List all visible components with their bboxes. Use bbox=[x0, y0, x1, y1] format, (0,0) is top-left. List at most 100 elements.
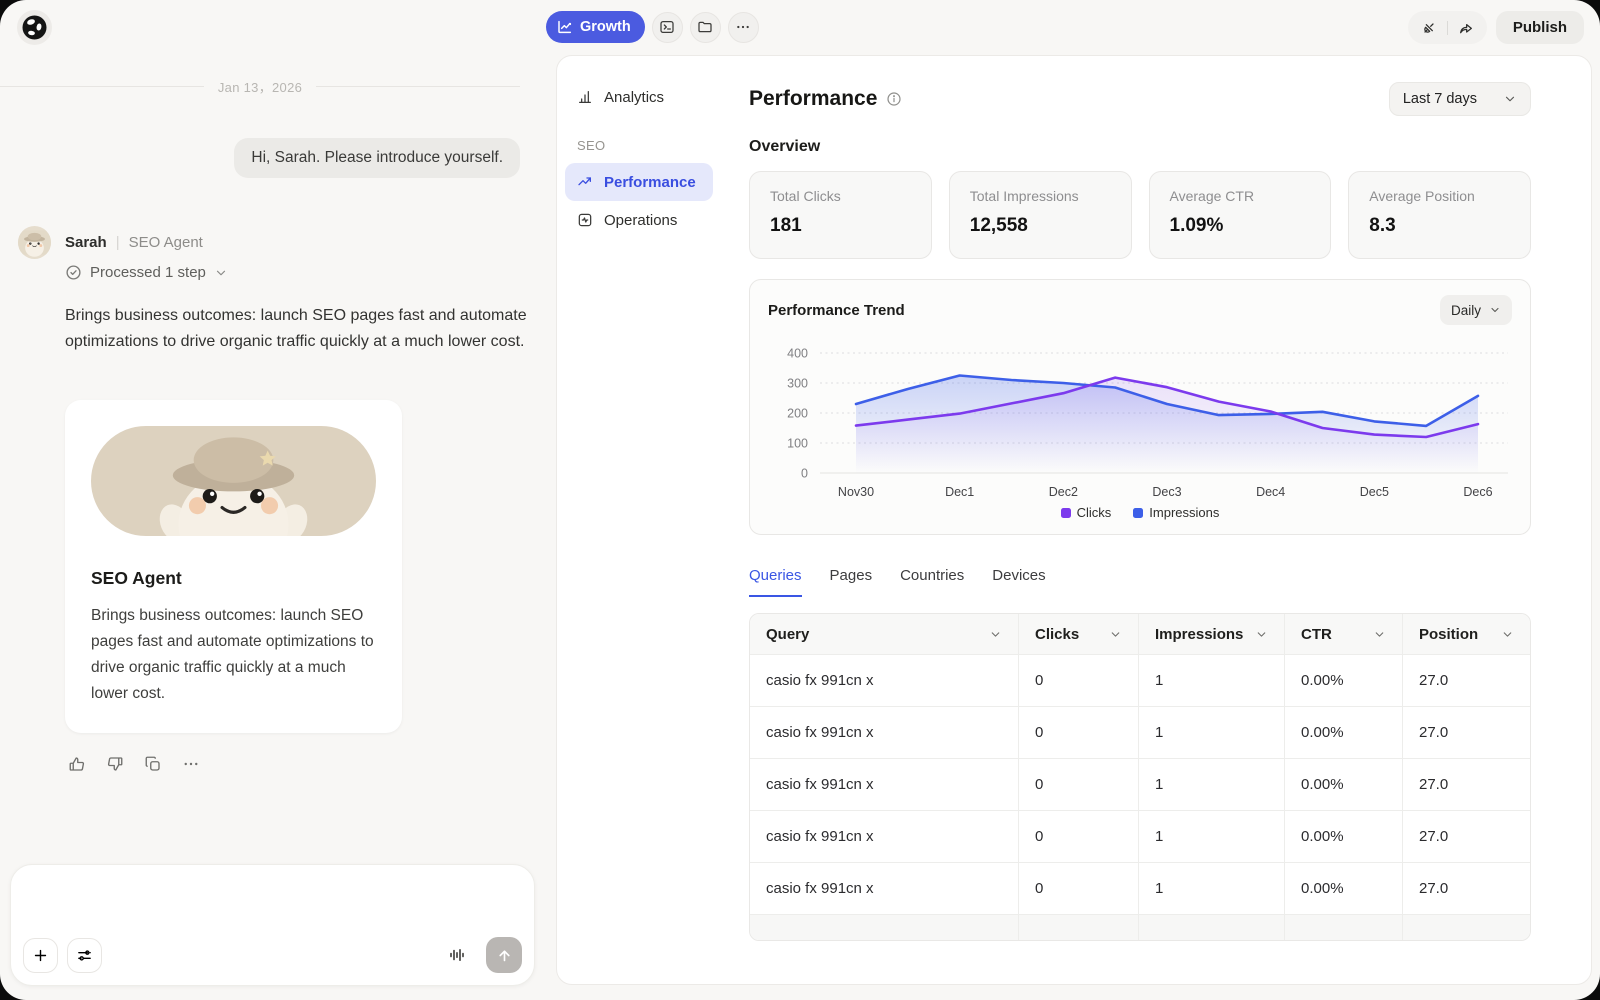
column-label: Position bbox=[1419, 626, 1478, 643]
table-row: casio fx 991cn x 0 1 0.00% 27.0 bbox=[750, 810, 1530, 862]
info-icon[interactable] bbox=[886, 91, 902, 107]
tab-queries[interactable]: Queries bbox=[749, 567, 802, 597]
cell-position: 27.0 bbox=[1402, 655, 1530, 706]
voice-input-button[interactable] bbox=[440, 938, 474, 972]
cell-position: 27.0 bbox=[1402, 759, 1530, 810]
svg-text:Dec6: Dec6 bbox=[1463, 485, 1492, 499]
cell-impressions: 1 bbox=[1138, 863, 1284, 914]
user-message-bubble: Hi, Sarah. Please introduce yourself. bbox=[234, 138, 520, 178]
cell-impressions: 1 bbox=[1138, 811, 1284, 862]
stat-card-average-ctr: Average CTR 1.09% bbox=[1149, 171, 1332, 259]
agent-name: Sarah bbox=[65, 234, 107, 251]
chat-panel: Jan 13，2026 Hi, Sarah. Please introduce … bbox=[0, 55, 556, 1000]
column-header-clicks[interactable]: Clicks bbox=[1018, 614, 1138, 654]
arrow-up-icon bbox=[496, 947, 513, 964]
sidebar-item-label: Analytics bbox=[604, 89, 664, 106]
plug-icon bbox=[1421, 20, 1437, 36]
interval-value: Daily bbox=[1451, 303, 1481, 318]
table-row: casio fx 991cn x 0 1 0.00% 27.0 bbox=[750, 706, 1530, 758]
performance-main: Performance Last 7 days Overview Total C… bbox=[723, 56, 1591, 984]
waveform-icon bbox=[448, 946, 466, 964]
column-label: CTR bbox=[1301, 626, 1332, 643]
sidebar-item-analytics[interactable]: Analytics bbox=[565, 78, 713, 116]
page-title: Performance bbox=[749, 87, 877, 111]
stat-value: 12,558 bbox=[970, 215, 1111, 237]
stat-label: Average Position bbox=[1369, 188, 1510, 204]
tab-devices[interactable]: Devices bbox=[992, 567, 1045, 597]
cell-clicks bbox=[1018, 915, 1138, 941]
svg-text:Dec2: Dec2 bbox=[1049, 485, 1078, 499]
logo-icon bbox=[21, 14, 48, 41]
terminal-button[interactable] bbox=[652, 12, 683, 43]
svg-text:Dec4: Dec4 bbox=[1256, 485, 1285, 499]
table-header-row: Query Clicks Impressions CTR Position bbox=[750, 614, 1530, 654]
copy-button[interactable] bbox=[144, 755, 162, 773]
chart-legend: Clicks Impressions bbox=[768, 505, 1512, 524]
stat-label: Total Clicks bbox=[770, 188, 911, 204]
svg-text:300: 300 bbox=[787, 377, 808, 391]
activity-square-icon bbox=[577, 212, 593, 228]
terminal-icon bbox=[659, 19, 675, 35]
top-bar: Growth bbox=[0, 0, 1600, 55]
column-label: Impressions bbox=[1155, 626, 1243, 643]
plus-icon bbox=[32, 947, 49, 964]
cell-position: 27.0 bbox=[1402, 863, 1530, 914]
legend-item-clicks[interactable]: Clicks bbox=[1061, 505, 1112, 520]
publish-button[interactable]: Publish bbox=[1496, 11, 1584, 44]
more-options-button[interactable] bbox=[728, 12, 759, 43]
agent-card-description: Brings business outcomes: launch SEO pag… bbox=[91, 603, 376, 707]
table-row: casio fx 991cn x 0 1 0.00% 27.0 bbox=[750, 758, 1530, 810]
trend-title: Performance Trend bbox=[768, 302, 905, 319]
attach-button[interactable] bbox=[23, 938, 58, 973]
cell-ctr: 0.00% bbox=[1284, 863, 1402, 914]
tab-countries[interactable]: Countries bbox=[900, 567, 964, 597]
processed-steps-toggle[interactable]: Processed 1 step bbox=[65, 264, 228, 281]
settings-button[interactable] bbox=[67, 938, 102, 973]
cell-query: casio fx 991cn x bbox=[750, 759, 1018, 810]
interval-select[interactable]: Daily bbox=[1440, 295, 1512, 325]
svg-text:Dec3: Dec3 bbox=[1152, 485, 1181, 499]
trend-chart: 4003002001000Nov30Dec1Dec2Dec3Dec4Dec5De… bbox=[768, 325, 1512, 503]
integrations-button[interactable] bbox=[1421, 20, 1437, 36]
sidebar-item-operations[interactable]: Operations bbox=[565, 201, 713, 239]
chevron-down-icon bbox=[989, 628, 1002, 641]
thumbs-down-button[interactable] bbox=[106, 755, 124, 773]
processed-steps-label: Processed 1 step bbox=[90, 264, 206, 281]
svg-text:400: 400 bbox=[787, 347, 808, 361]
growth-button-label: Growth bbox=[580, 19, 631, 35]
more-actions-button[interactable] bbox=[182, 755, 200, 773]
agent-profile-card[interactable]: SEO Agent Brings business outcomes: laun… bbox=[65, 400, 402, 733]
column-header-position[interactable]: Position bbox=[1402, 614, 1530, 654]
date-range-select[interactable]: Last 7 days bbox=[1389, 82, 1531, 116]
tab-pages[interactable]: Pages bbox=[830, 567, 873, 597]
files-button[interactable] bbox=[690, 12, 721, 43]
sidebar-section-seo: SEO bbox=[565, 138, 713, 153]
send-button[interactable] bbox=[486, 937, 522, 973]
column-header-ctr[interactable]: CTR bbox=[1284, 614, 1402, 654]
agent-intro-text: Brings business outcomes: launch SEO pag… bbox=[65, 303, 527, 355]
stat-card-average-position: Average Position 8.3 bbox=[1348, 171, 1531, 259]
legend-label: Clicks bbox=[1077, 505, 1112, 520]
impressions-swatch bbox=[1133, 508, 1143, 518]
sliders-icon bbox=[76, 947, 93, 964]
cell-clicks: 0 bbox=[1018, 863, 1138, 914]
share-button[interactable] bbox=[1458, 20, 1474, 36]
trend-up-icon bbox=[577, 174, 593, 190]
growth-button[interactable]: Growth bbox=[546, 11, 645, 43]
workspace-sidebar: Analytics SEO Performance Operations bbox=[557, 56, 723, 984]
svg-text:Dec5: Dec5 bbox=[1360, 485, 1389, 499]
message-actions bbox=[68, 755, 200, 773]
sidebar-item-performance[interactable]: Performance bbox=[565, 163, 713, 201]
column-header-query[interactable]: Query bbox=[750, 614, 1018, 654]
chat-input[interactable] bbox=[29, 879, 516, 919]
svg-text:0: 0 bbox=[801, 467, 808, 481]
column-header-impressions[interactable]: Impressions bbox=[1138, 614, 1284, 654]
svg-text:200: 200 bbox=[787, 407, 808, 421]
app-logo[interactable] bbox=[17, 10, 52, 45]
sidebar-item-label: Operations bbox=[604, 212, 677, 229]
bar-chart-icon bbox=[577, 89, 593, 105]
thumbs-up-button[interactable] bbox=[68, 755, 86, 773]
svg-text:Dec1: Dec1 bbox=[945, 485, 974, 499]
legend-item-impressions[interactable]: Impressions bbox=[1133, 505, 1219, 520]
cell-ctr: 0.00% bbox=[1284, 759, 1402, 810]
